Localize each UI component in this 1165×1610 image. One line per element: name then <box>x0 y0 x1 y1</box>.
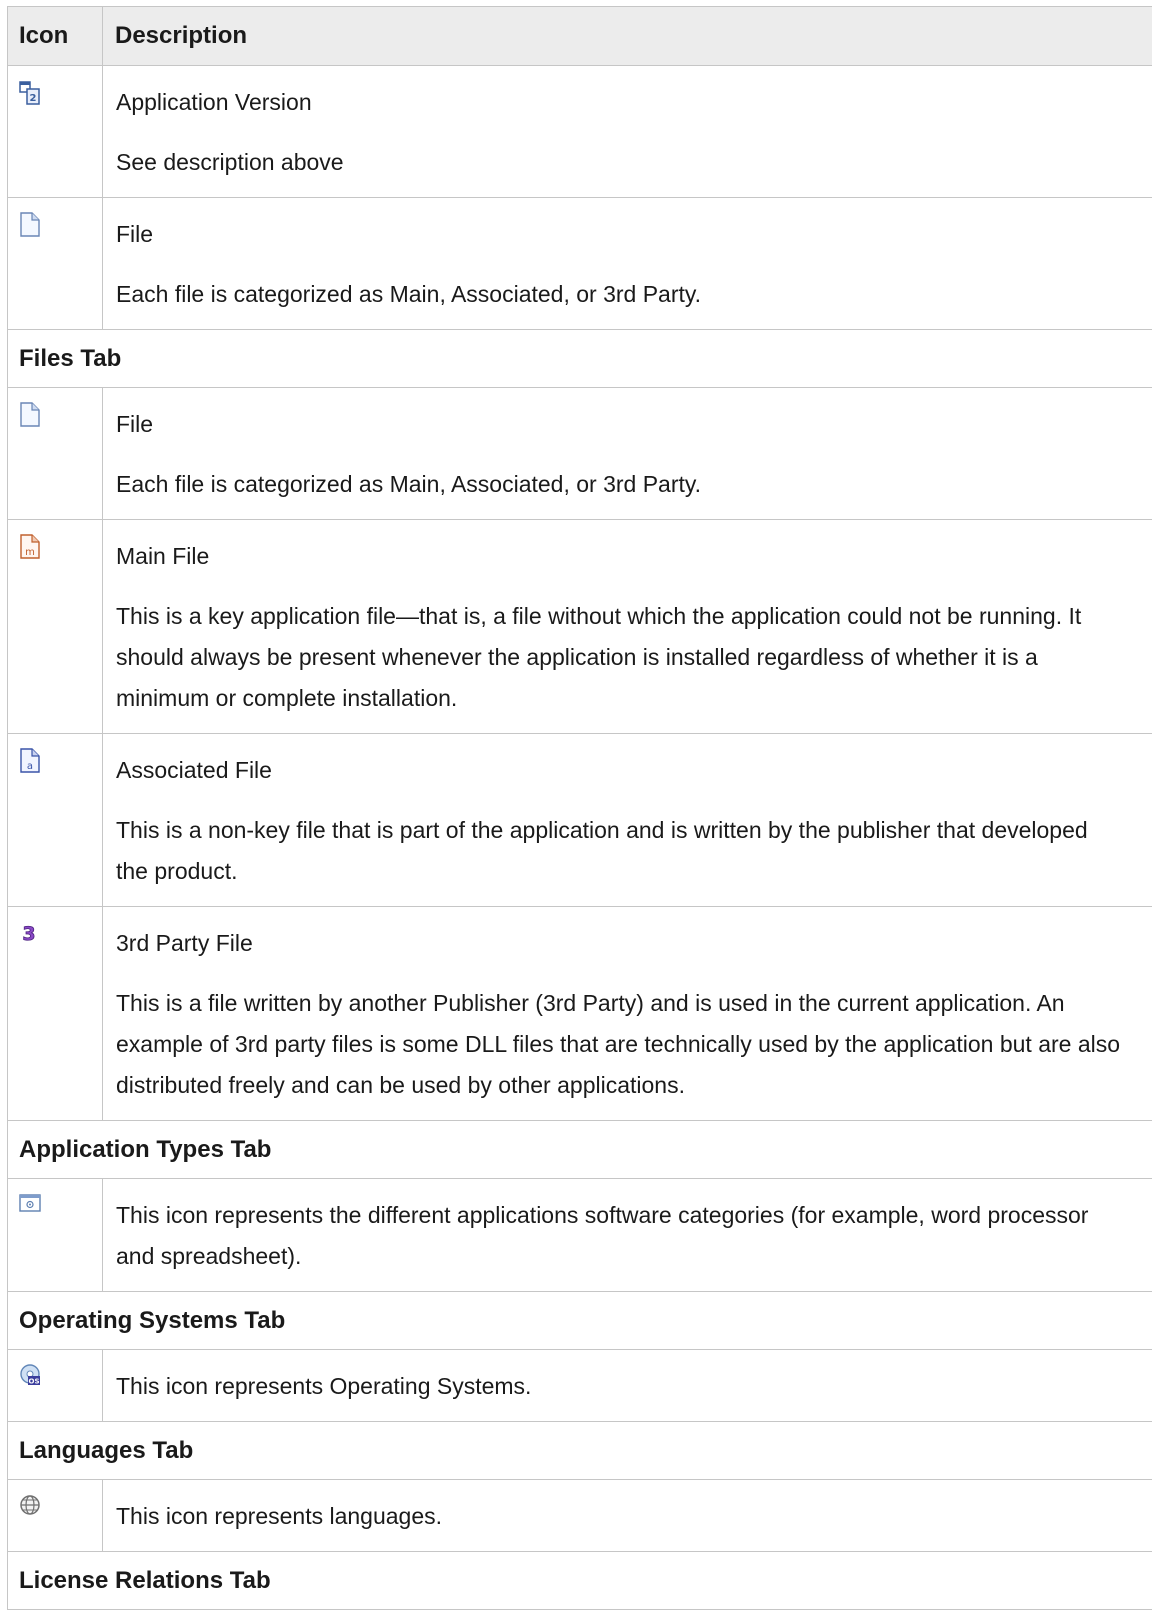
icon-description-table: Icon Description 2 Application Version S… <box>7 6 1152 1610</box>
row-title: File <box>116 221 154 247</box>
row-description: This icon represents the different appli… <box>116 1202 1089 1269</box>
row-title: 3rd Party File <box>116 930 253 956</box>
third-party-file-icon: 3 <box>22 923 36 946</box>
section-languages-tab: Languages Tab <box>8 1422 1152 1480</box>
section-license-relations-tab: License Relations Tab <box>8 1552 1152 1610</box>
row-description: Each file is categorized as Main, Associ… <box>116 471 702 497</box>
associated-file-icon: a <box>20 748 40 773</box>
table-row: File Each file is categorized as Main, A… <box>8 198 1152 330</box>
table-row: 3 3rd Party File This is a file written … <box>8 907 1152 1121</box>
row-description: Each file is categorized as Main, Associ… <box>116 281 702 307</box>
file-icon <box>20 402 40 427</box>
application-type-icon <box>19 1194 41 1212</box>
table-row: OS This icon represents Operating System… <box>8 1350 1152 1422</box>
application-version-icon: 2 <box>19 81 40 105</box>
svg-text:3: 3 <box>22 923 35 945</box>
row-description: This is a file written by another Publis… <box>116 990 1121 1098</box>
row-title: Main File <box>116 543 210 569</box>
table-header: Icon Description <box>8 7 1152 66</box>
svg-text:a: a <box>27 761 33 772</box>
section-application-types-tab: Application Types Tab <box>8 1121 1152 1179</box>
table-row: This icon represents the different appli… <box>8 1179 1152 1292</box>
description-column-header: Description <box>115 22 248 49</box>
table-row: This icon represents languages. <box>8 1480 1152 1552</box>
section-files-tab: Files Tab <box>8 330 1152 388</box>
section-operating-systems-tab: Operating Systems Tab <box>8 1292 1152 1350</box>
icon-column-header: Icon <box>8 7 103 65</box>
row-description: See description above <box>116 149 344 175</box>
main-file-icon: m <box>20 534 40 559</box>
operating-system-icon: OS <box>20 1364 40 1386</box>
row-description: This is a non-key file that is part of t… <box>116 817 1088 884</box>
row-description: This is a key application file—that is, … <box>116 603 1082 711</box>
row-title: Application Version <box>116 89 312 115</box>
row-title: File <box>116 411 154 437</box>
svg-text:OS: OS <box>29 1378 40 1386</box>
svg-text:m: m <box>25 547 35 558</box>
row-title: Associated File <box>116 757 272 783</box>
table-row: 2 Application Version See description ab… <box>8 66 1152 198</box>
file-icon <box>20 212 40 237</box>
table-row: File Each file is categorized as Main, A… <box>8 388 1152 520</box>
row-description: This icon represents languages. <box>116 1503 443 1529</box>
language-globe-icon <box>20 1495 40 1515</box>
table-row: a Associated File This is a non-key file… <box>8 734 1152 907</box>
table-row: m Main File This is a key application fi… <box>8 520 1152 734</box>
svg-text:2: 2 <box>30 93 37 104</box>
row-description: This icon represents Operating Systems. <box>116 1373 532 1399</box>
